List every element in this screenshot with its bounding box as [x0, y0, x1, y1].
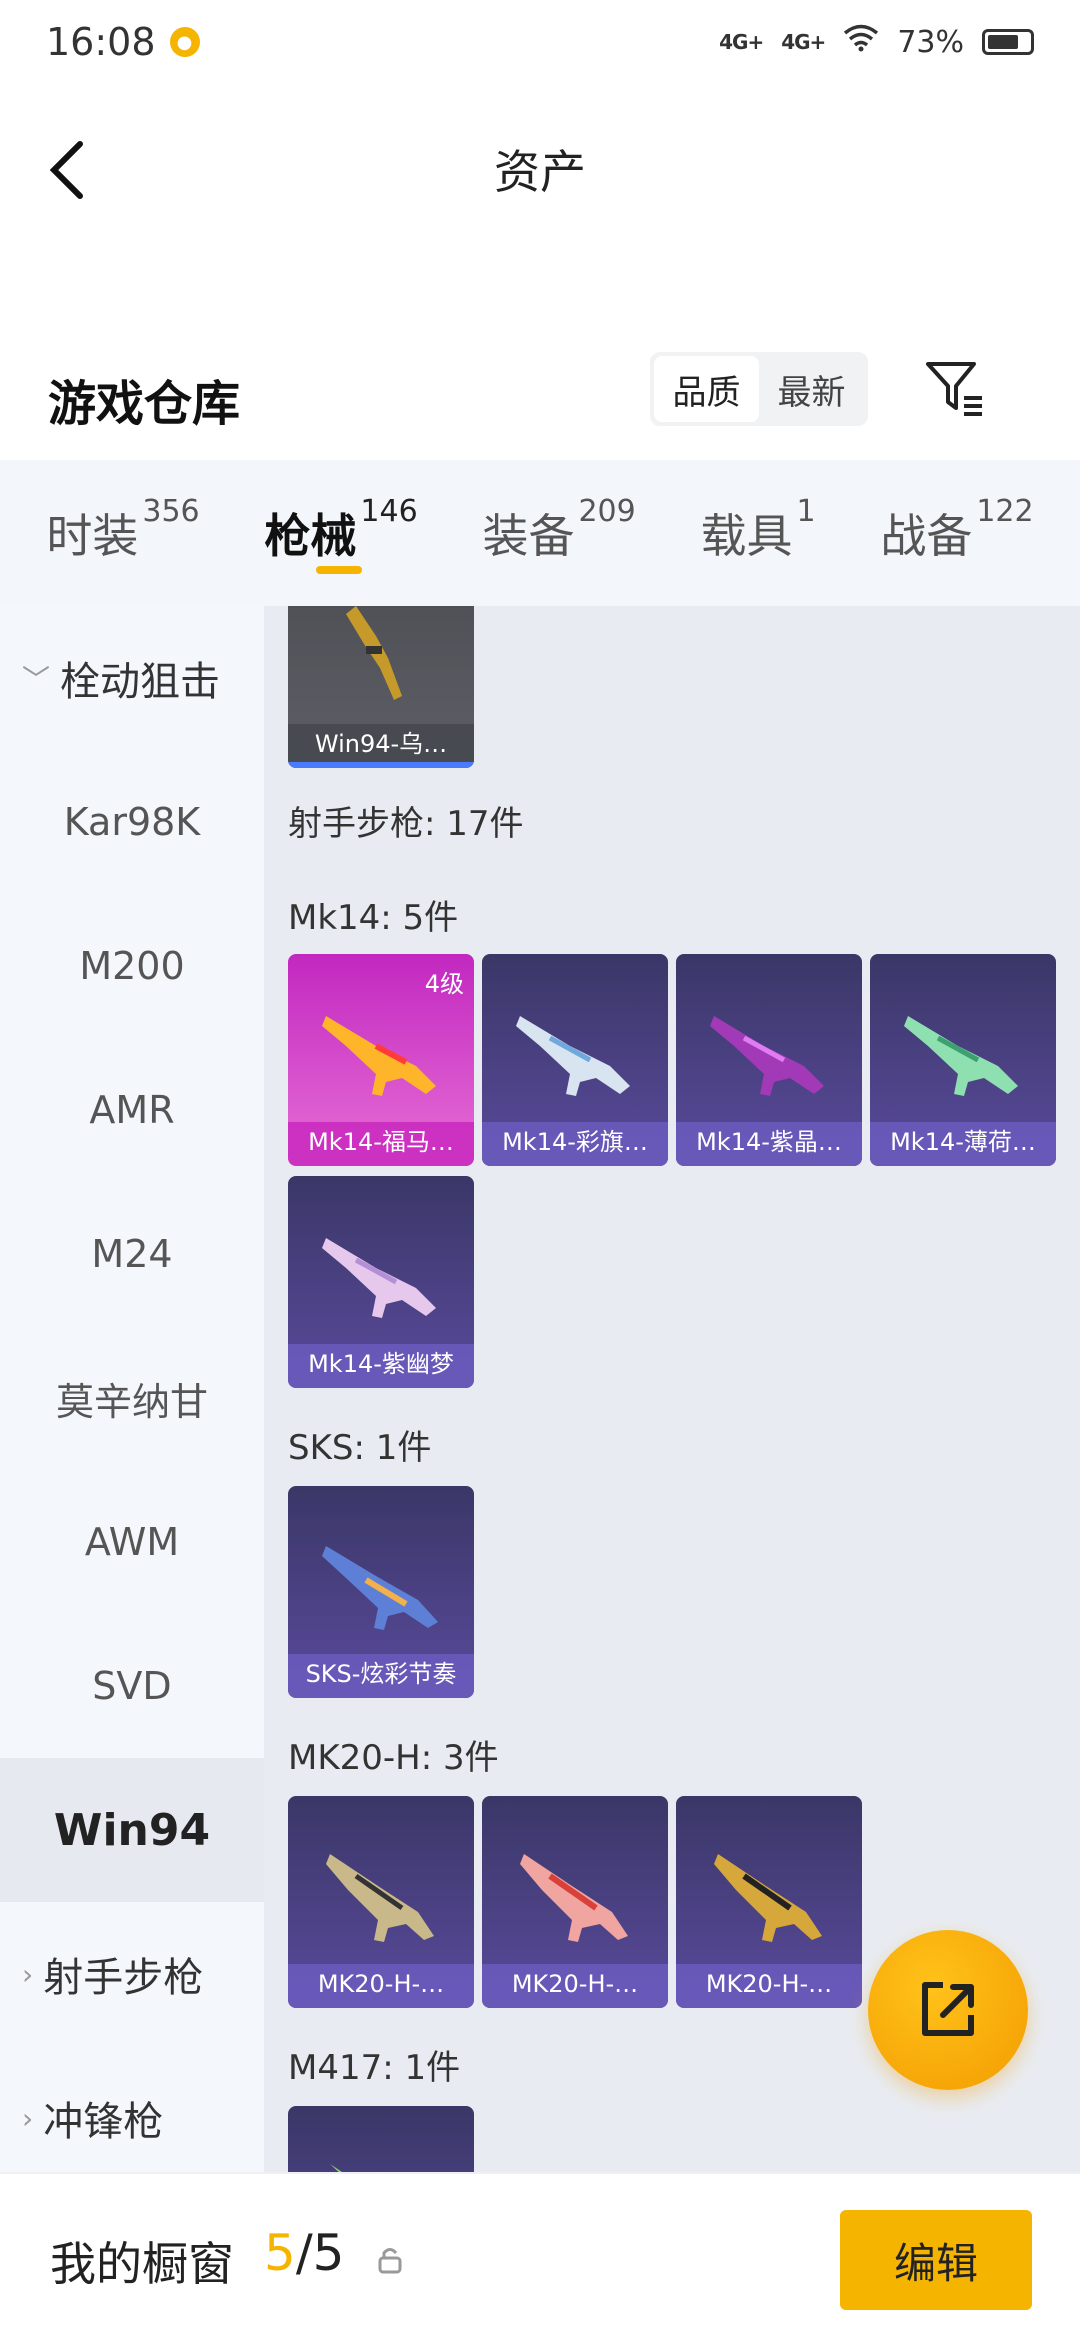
filter-icon [926, 362, 982, 416]
weapon-card[interactable]: Mk14-彩旗… [482, 954, 668, 1166]
weapon-card-label: MK20-H-… [288, 1964, 474, 2008]
mk20-section-title: MK20-H: 3件 [288, 1738, 499, 1778]
lock-icon [378, 2248, 402, 2274]
weapon-card-label: MK20-H-… [482, 1964, 668, 2008]
tab-firearms[interactable]: 枪械 146 [264, 460, 418, 574]
sidebar-item-mosin[interactable]: 莫辛纳甘 [0, 1326, 264, 1470]
tab-count: 146 [360, 494, 418, 529]
rarity-bar [288, 762, 474, 768]
rifle-icon [710, 1016, 824, 1096]
edit-button[interactable]: 编辑 [840, 2210, 1032, 2310]
sidebar-group-marksman[interactable]: › 射手步枪 [0, 1902, 264, 2046]
page-title: 资产 [494, 145, 586, 199]
rifle-icon [346, 606, 402, 700]
weapon-card-label: MK20-H-… [676, 1964, 862, 2008]
showcase-count: 5/5 [264, 2224, 345, 2282]
weapon-sidebar: ﹀ 栓动狙击 Kar98K M200 AMR M24 莫辛纳甘 AWM SVD W… [0, 606, 264, 2172]
rifle-icon [330, 2164, 342, 2172]
weapon-card-label: Mk14-紫幽梦 [288, 1344, 474, 1388]
warehouse-title: 游戏仓库 [48, 376, 241, 432]
chevron-down-icon: ﹀ [22, 663, 51, 696]
wifi-icon [843, 24, 879, 60]
tab-vehicles[interactable]: 载具 1 [700, 460, 815, 566]
weapon-card[interactable] [288, 2106, 474, 2172]
tab-gear[interactable]: 战备 122 [880, 460, 1033, 566]
weapon-card[interactable]: MK20-H-… [288, 1796, 474, 2008]
sidebar-group-smg[interactable]: › 冲锋枪 [0, 2046, 264, 2190]
bottom-bar: 我的橱窗 5/5 编辑 [0, 2172, 1080, 2340]
sidebar-item-svd[interactable]: SVD [0, 1614, 264, 1758]
sidebar-group-bolt-action[interactable]: ﹀ 栓动狙击 [0, 606, 264, 750]
weapon-card[interactable]: Mk14-紫晶… [676, 954, 862, 1166]
weapon-card-label: Mk14-薄荷… [870, 1122, 1056, 1166]
weapon-card-label: Mk14-紫晶… [676, 1122, 862, 1166]
rifle-icon [516, 1016, 630, 1096]
weapon-card[interactable]: MK20-H-… [676, 1796, 862, 2008]
signal-4g-icon: 4G+ [719, 30, 764, 54]
status-time: 16:08 [46, 20, 156, 64]
signal-4g-icon-2: 4G+ [781, 30, 826, 54]
weapon-card-label: SKS-炫彩节奏 [288, 1654, 474, 1698]
tab-count: 209 [578, 494, 636, 529]
sidebar-item-awm[interactable]: AWM [0, 1470, 264, 1614]
sks-section-title: SKS: 1件 [288, 1428, 432, 1468]
marksman-summary: 射手步枪: 17件 [288, 804, 524, 844]
weapon-card-label: Mk14-福马… [288, 1122, 474, 1166]
sort-newest[interactable]: 最新 [759, 356, 864, 422]
weapon-card[interactable]: SKS-炫彩节奏 [288, 1486, 474, 1698]
showcase-label: 我的橱窗 [50, 2237, 234, 2291]
tab-count: 122 [976, 494, 1034, 529]
chevron-right-icon: › [22, 2101, 34, 2135]
sort-quality[interactable]: 品质 [654, 356, 759, 422]
rifle-icon [904, 1016, 1018, 1096]
battery-percent: 73% [897, 24, 964, 60]
weapon-card[interactable]: Mk14-紫幽梦 [288, 1176, 474, 1388]
sort-toggle: 品质 最新 [650, 352, 868, 426]
active-tab-indicator [316, 566, 363, 574]
warehouse-row: 游戏仓库 品质 最新 [0, 340, 1080, 456]
tab-count: 1 [796, 494, 816, 529]
app-notification-icon: ● [169, 27, 200, 57]
weapon-card[interactable]: MK20-H-… [482, 1796, 668, 2008]
header: 资产 [0, 100, 1080, 240]
weapon-card[interactable]: 4级 Mk14-福马… [288, 954, 474, 1166]
rifle-icon [322, 1238, 436, 1318]
tab-equipment[interactable]: 装备 209 [482, 460, 635, 566]
sidebar-item-m24[interactable]: M24 [0, 1182, 264, 1326]
weapon-card[interactable]: Win94-乌… [288, 606, 474, 768]
rifle-icon [322, 1016, 436, 1096]
status-right: 4G+ 4G+ 73% [719, 24, 1034, 60]
share-fab-button[interactable] [868, 1930, 1028, 2090]
mk14-section-title: Mk14: 5件 [288, 898, 459, 938]
weapon-card[interactable]: Mk14-薄荷… [870, 954, 1056, 1166]
sidebar-item-kar98k[interactable]: Kar98K [0, 750, 264, 894]
tab-fashion[interactable]: 时装 356 [46, 460, 199, 566]
m417-section-title: M417: 1件 [288, 2048, 461, 2088]
chevron-right-icon: › [22, 1957, 34, 1991]
rifle-icon [714, 1854, 822, 1942]
weapon-card-label: Mk14-彩旗… [482, 1122, 668, 1166]
rifle-icon [322, 1546, 438, 1630]
battery-icon [982, 29, 1034, 55]
status-bar: 16:08 ● 4G+ 4G+ 73% [0, 0, 1080, 84]
tab-count: 356 [142, 494, 200, 529]
rifle-icon [520, 1854, 628, 1942]
sidebar-item-win94[interactable]: Win94 [0, 1758, 264, 1902]
rifle-icon [326, 1854, 434, 1942]
share-icon [922, 1982, 974, 2036]
sidebar-item-m200[interactable]: M200 [0, 894, 264, 1038]
filter-button[interactable] [920, 352, 990, 422]
category-tabs: 时装 356 枪械 146 装备 209 载具 1 战备 122 [0, 460, 1080, 606]
sidebar-item-amr[interactable]: AMR [0, 1038, 264, 1182]
